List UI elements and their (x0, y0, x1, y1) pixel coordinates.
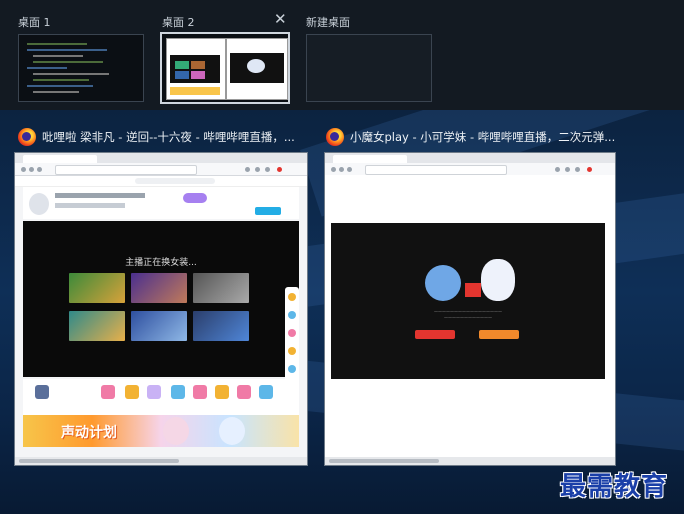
window-1-preview[interactable]: 主播正在换女装... 声动计划 (14, 152, 308, 466)
recommend-thumb[interactable] (69, 273, 125, 303)
recommend-thumb[interactable] (131, 273, 187, 303)
mascot-image (425, 265, 461, 301)
window-1-title: 吡哩啦 梁非凡 - 逆回--十六夜 - 哔哩哔哩直播，... (42, 130, 295, 144)
window-2-title: 小魔女play - 小可学妹 - 哔哩哔哩直播，二次元弹... (350, 130, 616, 144)
room-header (23, 187, 299, 219)
browser-tab-strip (325, 153, 615, 163)
close-icon[interactable]: ✕ (274, 10, 287, 28)
desktop-2-thumbnail[interactable] (160, 32, 290, 104)
firefox-icon (18, 128, 36, 146)
browser-tab-strip (15, 153, 307, 163)
horizontal-scrollbar[interactable] (15, 457, 307, 465)
video-player[interactable]: ————————————————— ———————————— (331, 223, 605, 379)
window-2-preview[interactable]: ————————————————— ———————————— (324, 152, 616, 466)
video-player[interactable]: 主播正在换女装... (23, 221, 299, 377)
browser-address-bar (15, 163, 307, 176)
window-1-title-bar[interactable]: 吡哩啦 梁非凡 - 逆回--十六夜 - 哔哩哔哩直播，... (18, 127, 304, 147)
reload-button[interactable] (415, 330, 455, 339)
window-2-title-bar[interactable]: 小魔女play - 小可学妹 - 哔哩哔哩直播，二次元弹... (326, 127, 616, 147)
horizontal-scrollbar[interactable] (325, 457, 615, 465)
desktop-2-label: 桌面 2 (162, 16, 195, 29)
recommend-thumb[interactable] (69, 311, 125, 341)
banner-text: 声动计划 (61, 425, 117, 441)
mascot-image (481, 259, 515, 301)
virtual-desktop-strip: 桌面 1 桌面 2 ✕ 新建桌面 (0, 0, 684, 110)
feedback-button[interactable] (479, 330, 519, 339)
desktop-1-label: 桌面 1 (18, 16, 51, 29)
player-status-text: 主播正在换女装... (125, 258, 197, 268)
new-desktop-thumbnail[interactable] (306, 34, 432, 102)
desktop-1-thumbnail[interactable] (18, 34, 144, 102)
recommend-thumb[interactable] (193, 273, 249, 303)
avatar (29, 193, 49, 215)
recommend-thumb[interactable] (193, 311, 249, 341)
gift-bar (23, 379, 299, 415)
firefox-icon (326, 128, 344, 146)
promo-banner[interactable]: 声动计划 (23, 415, 299, 447)
watermark-text: 最需教育 (560, 472, 669, 502)
recommend-thumb[interactable] (131, 311, 187, 341)
site-nav (15, 176, 307, 187)
new-desktop-label: 新建桌面 (306, 16, 350, 29)
